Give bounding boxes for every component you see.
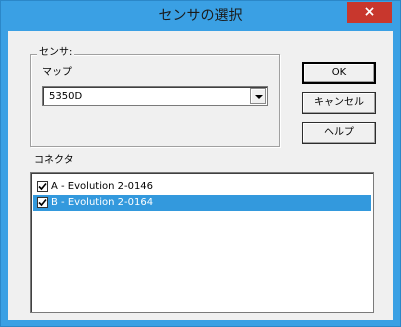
connector-list[interactable]: A - Evolution 2-0146 B - Evolution 2-016… bbox=[30, 172, 374, 313]
list-item[interactable]: A - Evolution 2-0146 bbox=[33, 179, 371, 195]
help-button[interactable]: ヘルプ bbox=[302, 122, 376, 144]
connector-label: コネクタ bbox=[34, 155, 74, 166]
checkbox-checked[interactable] bbox=[37, 197, 48, 208]
sensor-group-legend: センサ: bbox=[37, 46, 75, 60]
chevron-down-icon[interactable] bbox=[250, 88, 266, 104]
map-label: マップ bbox=[42, 67, 72, 78]
checkbox-checked[interactable] bbox=[37, 181, 48, 192]
list-item-label: A - Evolution 2-0146 bbox=[51, 181, 154, 192]
title-bar[interactable]: センサの選択 × bbox=[1, 1, 400, 31]
map-select-value: 5350D bbox=[49, 91, 83, 102]
map-select[interactable]: 5350D bbox=[42, 86, 268, 106]
cancel-button[interactable]: キャンセル bbox=[302, 92, 376, 114]
list-item[interactable]: B - Evolution 2-0164 bbox=[33, 195, 371, 211]
ok-button[interactable]: OK bbox=[302, 62, 376, 84]
checkmark-icon bbox=[38, 198, 47, 207]
dialog-title: センサの選択 bbox=[158, 8, 243, 24]
close-button[interactable]: × bbox=[347, 2, 392, 23]
list-item-label: B - Evolution 2-0164 bbox=[51, 197, 154, 208]
checkmark-icon bbox=[38, 182, 47, 191]
close-icon: × bbox=[363, 4, 376, 20]
